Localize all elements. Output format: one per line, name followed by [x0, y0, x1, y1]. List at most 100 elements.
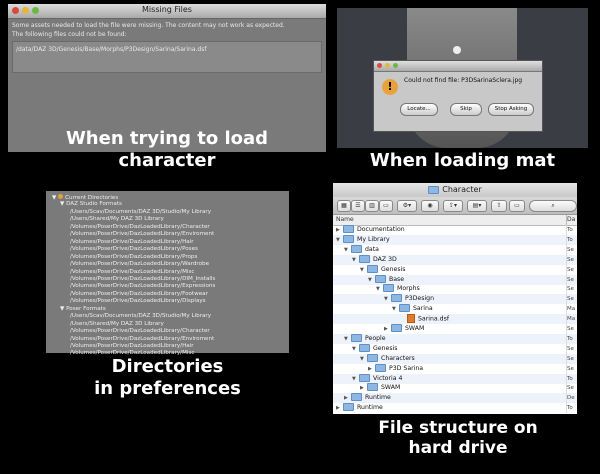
disclosure-triangle-icon[interactable]: ▶: [344, 393, 351, 403]
folder-row[interactable]: ▼ Morphs Se: [333, 284, 577, 295]
folder-row[interactable]: ▼ Genesis Se: [333, 343, 577, 354]
directory-item[interactable]: /Volumes/PoserDrive/DazLoadedLibrary/Dis…: [70, 298, 206, 304]
directory-item[interactable]: /Volumes/PoserDrive/DazLoadedLibrary/Env…: [70, 231, 214, 237]
row-date: De: [566, 393, 577, 404]
directory-item[interactable]: /Volumes/PoserDrive/DazLoadedLibrary/Pos…: [70, 246, 198, 252]
row-name: Victoria 4: [373, 374, 403, 382]
directory-item[interactable]: /Users/Shared/My DAZ 3D Library: [70, 216, 164, 222]
tree-group[interactable]: ▼ DAZ Studio Formats: [60, 201, 122, 207]
disclosure-triangle-icon[interactable]: ▼: [368, 275, 375, 285]
folder-row[interactable]: ▼ Genesis Se: [333, 264, 577, 275]
directory-label: /Volumes/PoserDrive/DazLoadedLibrary/Pro…: [70, 253, 198, 260]
disclosure-triangle-icon[interactable]: ▼: [336, 235, 343, 245]
folder-row[interactable]: ▼ My Library To: [333, 234, 577, 245]
disclosure-triangle-icon[interactable]: ▼: [360, 265, 367, 275]
disclosure-triangle-icon[interactable]: ▼: [360, 354, 367, 364]
icon-view-button[interactable]: ▦: [337, 200, 351, 212]
directories-panel: ▼ Current Directories ▼ DAZ Studio Format…: [46, 191, 289, 356]
folder-row[interactable]: ▶ P3D Sarina Se: [333, 363, 577, 374]
arrange-button[interactable]: ▤▾: [467, 200, 487, 212]
edit-tags-button[interactable]: ▭: [509, 200, 525, 212]
folder-row[interactable]: ▼ data Se: [333, 244, 577, 255]
directory-item[interactable]: /Users/Scav/Documents/DAZ 3D/Studio/My L…: [70, 313, 211, 319]
directory-item[interactable]: /Volumes/PoserDrive/DazLoadedLibrary/Hai…: [70, 343, 194, 349]
folder-icon: [399, 304, 410, 313]
disclosure-triangle-icon[interactable]: ▶: [336, 403, 343, 413]
disclosure-triangle-icon[interactable]: ▶: [360, 383, 367, 393]
directory-item[interactable]: /Volumes/PoserDrive/DazLoadedLibrary/Mis…: [70, 269, 194, 275]
disclosure-triangle-icon[interactable]: ▼: [352, 255, 359, 265]
list-view-button[interactable]: ☰: [351, 200, 365, 212]
folder-row[interactable]: ▶ Documentation To: [333, 225, 577, 235]
folder-row[interactable]: ▼ Victoria 4 To: [333, 373, 577, 384]
directory-item[interactable]: /Volumes/PoserDrive/DazLoadedLibrary/Exp…: [70, 283, 215, 289]
skip-button[interactable]: Skip: [450, 103, 482, 116]
folder-row[interactable]: ▶ Runtime To: [333, 403, 577, 414]
directory-item[interactable]: /Users/Scav/Documents/DAZ 3D/Studio/My L…: [70, 209, 211, 215]
folder-row[interactable]: ▼ Sarina Ma: [333, 304, 577, 315]
folder-icon: [391, 324, 402, 332]
column-view-button[interactable]: ▥: [365, 200, 379, 212]
tree-root[interactable]: ▼ Current Directories: [52, 194, 118, 201]
directory-label: /Volumes/PoserDrive/DazLoadedLibrary/Cha…: [70, 223, 210, 230]
finder-title-bar: Character: [333, 183, 577, 197]
disclosure-triangle-icon[interactable]: ▼: [384, 294, 391, 304]
window-title: Missing Files: [142, 5, 192, 14]
dialog-window-controls: [377, 63, 398, 68]
disclosure-triangle-icon[interactable]: ▶: [384, 324, 391, 334]
action-menu-button[interactable]: ⚙▾: [397, 200, 417, 212]
folder-row[interactable]: ▶ SWAM Se: [333, 383, 577, 394]
finder-toolbar: ▦ ☰ ▥ ▭ ⚙▾ ◉ ⇪▾ ▤▾ ⇧ ▭ ⌕: [333, 197, 577, 215]
disclosure-triangle-icon[interactable]: ▼: [344, 245, 351, 255]
row-name: Characters: [381, 354, 415, 362]
finder-window: Character ▦ ☰ ▥ ▭ ⚙▾ ◉ ⇪▾ ▤▾ ⇧ ▭ ⌕ Name …: [333, 183, 577, 414]
missing-files-list[interactable]: /data/DAZ 3D/Genesis/Base/Morphs/P3Desig…: [12, 41, 322, 73]
directory-item[interactable]: /Users/Shared/My DAZ 3D Library: [70, 321, 164, 327]
directory-label: /Volumes/PoserDrive/DazLoadedLibrary/Cha…: [70, 328, 210, 335]
minimize-icon[interactable]: [385, 63, 390, 68]
folder-icon: [367, 383, 378, 392]
directory-item[interactable]: /Volumes/PoserDrive/DazLoadedLibrary/Hai…: [70, 239, 194, 245]
folder-row[interactable]: ▼ People To: [333, 333, 577, 344]
disclosure-triangle-icon[interactable]: ▶: [368, 364, 375, 374]
folder-row[interactable]: ▶ SWAM Se: [333, 324, 577, 334]
disclosure-triangle-icon[interactable]: ▼: [392, 304, 399, 314]
directory-item[interactable]: /Volumes/PoserDrive/DazLoadedLibrary/War…: [70, 261, 209, 267]
zoom-icon[interactable]: [393, 63, 398, 68]
directory-label: /Volumes/PoserDrive/DazLoadedLibrary/DIM…: [70, 275, 216, 282]
locate-button[interactable]: Locate...: [400, 103, 438, 116]
date-column-header[interactable]: Da: [566, 215, 577, 225]
name-column-header[interactable]: Name: [336, 215, 354, 225]
disclosure-triangle-icon[interactable]: ▶: [336, 225, 343, 235]
folder-row[interactable]: ▶ Runtime De: [333, 393, 577, 404]
close-icon[interactable]: [377, 63, 382, 68]
file-not-found-dialog: ! Could not find file: P3DSarinaSclera.j…: [373, 60, 543, 132]
folder-row[interactable]: ▼ P3Design Se: [333, 294, 577, 305]
directory-item[interactable]: /Volumes/PoserDrive/DazLoadedLibrary/Env…: [70, 336, 214, 342]
caption-file-structure: File structure on hard drive: [333, 418, 583, 459]
search-input[interactable]: ⌕: [529, 200, 577, 212]
quick-look-button[interactable]: ◉: [421, 200, 439, 212]
disclosure-triangle-icon[interactable]: ▼: [376, 284, 383, 294]
disclosure-triangle-icon[interactable]: ▼: [352, 374, 359, 384]
folder-row[interactable]: ▼ Characters Se: [333, 353, 577, 364]
missing-file-item[interactable]: /data/DAZ 3D/Genesis/Base/Morphs/P3Desig…: [16, 46, 206, 53]
file-row[interactable]: Sarina.dsf Ma: [333, 314, 577, 325]
directory-item[interactable]: /Volumes/PoserDrive/DazLoadedLibrary/DIM…: [70, 276, 215, 282]
directory-item[interactable]: /Volumes/PoserDrive/DazLoadedLibrary/Pro…: [70, 254, 197, 260]
row-date: To: [566, 373, 577, 384]
disclosure-triangle-icon[interactable]: ▼: [344, 334, 351, 344]
disclosure-triangle-icon[interactable]: ▼: [352, 344, 359, 354]
coverflow-view-button[interactable]: ▭: [379, 200, 393, 212]
directory-item[interactable]: /Volumes/PoserDrive/DazLoadedLibrary/Cha…: [70, 328, 210, 334]
folder-row[interactable]: ▼ Base Se: [333, 274, 577, 285]
title-bar: Missing Files: [8, 4, 326, 19]
directory-item[interactable]: /Volumes/PoserDrive/DazLoadedLibrary/Cha…: [70, 224, 210, 230]
directory-item[interactable]: /Volumes/PoserDrive/DazLoadedLibrary/Foo…: [70, 291, 208, 297]
folder-row[interactable]: ▼ DAZ 3D Se: [333, 254, 577, 265]
tags-button[interactable]: ⇧: [491, 200, 507, 212]
tree-group[interactable]: ▼ Poser Formats: [60, 306, 106, 312]
row-date: Se: [566, 353, 577, 364]
stop-asking-button[interactable]: Stop Asking: [488, 103, 534, 116]
share-button[interactable]: ⇪▾: [443, 200, 463, 212]
